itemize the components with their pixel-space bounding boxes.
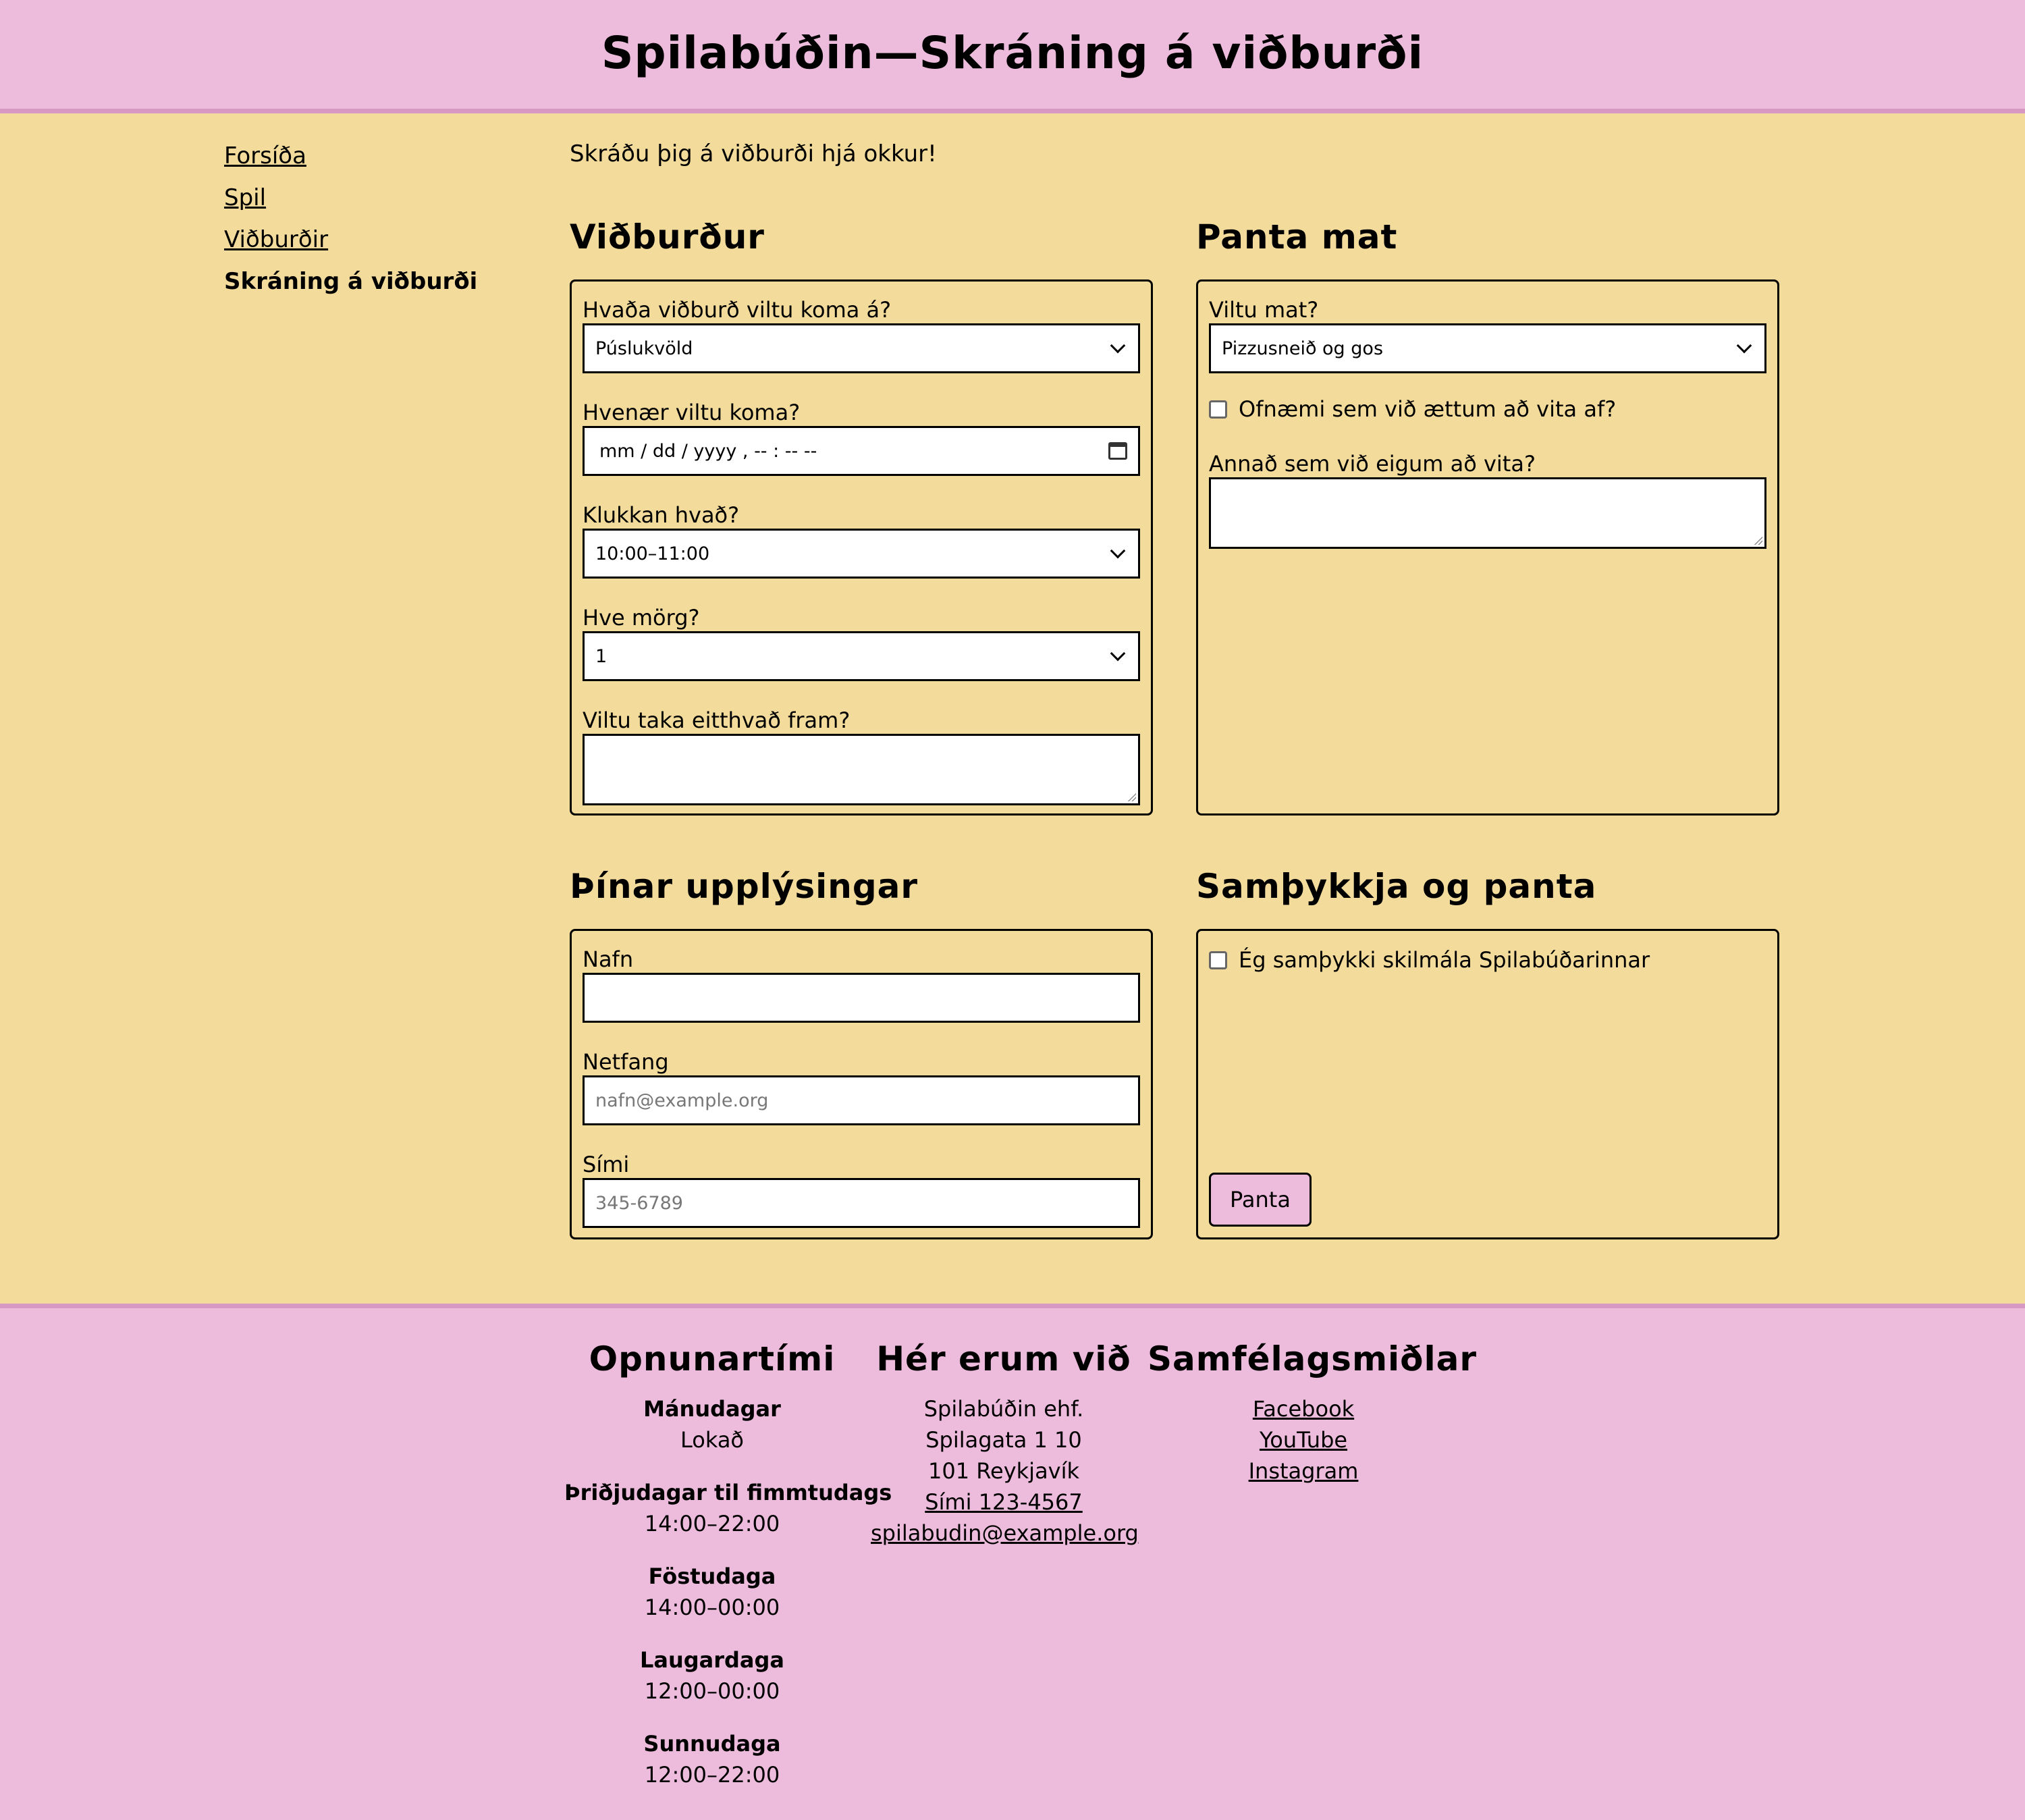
name-label: Nafn [583,946,634,972]
social-media-title: Samfélagsmiðlar [1148,1339,1478,1379]
extra-notes-textarea[interactable] [583,734,1140,805]
extra-notes-label: Viltu taka eitthvað fram? [583,707,850,733]
day-sunday: Sunnudaga [643,1731,781,1757]
calendar-icon[interactable] [1108,442,1127,460]
city-address: 101 Reykjavík [927,1458,1080,1484]
other-notes-textarea[interactable] [1209,477,1766,549]
facebook-link[interactable]: Facebook [1253,1396,1354,1422]
event-select-label: Hvaða viðburð viltu koma á? [583,297,892,323]
time-select-label: Klukkan hvað? [583,502,740,528]
social-media: Samfélagsmiðlar Facebook YouTube Instagr… [1148,1339,1478,1487]
opening-hours-title: Opnunartími [589,1339,836,1379]
count-select-label: Hve mörg? [583,605,700,631]
email-placeholder: nafn@example.org [595,1090,769,1111]
allergy-checkbox[interactable] [1209,400,1227,419]
hours-sunday: 12:00–22:00 [644,1762,780,1788]
company-name: Spilabúðin ehf. [923,1396,1084,1422]
terms-row: Ég samþykki skilmála Spilabúðarinnar [1209,947,1650,973]
nav-current-page: Skráning á viðburði [224,268,478,295]
day-friday: Föstudaga [648,1563,776,1589]
hours-saturday: 12:00–00:00 [644,1678,780,1704]
day-monday: Mánudagar [643,1396,781,1422]
event-select[interactable]: Púslukvöld [583,323,1140,373]
instagram-link[interactable]: Instagram [1249,1458,1359,1484]
datetime-input[interactable]: mm / dd / yyyy , -- : -- -- [583,426,1140,476]
street-address: Spilagata 1 10 [925,1427,1082,1453]
hours-tue-thu: 14:00–22:00 [644,1511,780,1536]
main-content: Forsíða Spil Viðburðir Skráning á viðbur… [0,113,2025,1304]
hours-friday: 14:00–00:00 [644,1595,780,1620]
email-link[interactable]: spilabudin@example.org [871,1520,1139,1546]
count-select-value: 1 [595,645,608,667]
day-tue-thu: Þriðjudagar til fimmtudags [564,1480,892,1505]
name-input[interactable] [583,973,1140,1023]
hours-monday: Lokað [680,1427,744,1453]
location-title: Hér erum við [876,1339,1131,1379]
opening-hours: Opnunartími Mánudagar Lokað Þriðjudagar … [564,1339,892,1812]
phone-link[interactable]: Sími 123-4567 [925,1489,1083,1515]
event-fieldset: Hvaða viðburð viltu koma á? Púslukvöld H… [570,279,1153,815]
chevron-down-icon [1110,543,1126,559]
date-label: Hvenær viltu koma? [583,400,801,425]
terms-label: Ég samþykki skilmála Spilabúðarinnar [1239,947,1650,973]
food-select-value: Pizzusneið og gos [1222,338,1384,359]
food-select[interactable]: Pizzusneið og gos [1209,323,1766,373]
submit-order-button[interactable]: Panta [1209,1173,1312,1227]
day-saturday: Laugardaga [639,1647,785,1673]
food-section-title: Panta mat [1196,217,1398,257]
other-notes-label: Annað sem við eigum að vita? [1209,451,1536,477]
datetime-value: mm / dd / yyyy , -- : -- -- [599,440,817,462]
phone-label: Sími [583,1152,630,1177]
email-input[interactable]: nafn@example.org [583,1075,1140,1125]
resize-grip-icon[interactable] [1754,537,1762,545]
phone-input[interactable]: 345-6789 [583,1178,1140,1228]
food-select-label: Viltu mat? [1209,297,1319,323]
site-header: Spilabúðin—Skráning á viðburði [0,0,2025,113]
info-section-title: Þínar upplýsingar [570,867,919,906]
email-label: Netfang [583,1049,669,1075]
time-select[interactable]: 10:00–11:00 [583,529,1140,579]
intro-text: Skráðu þig á viðburði hjá okkur! [570,140,937,167]
side-nav: Forsíða Spil Viðburðir Skráning á viðbur… [224,135,494,302]
food-fieldset: Viltu mat? Pizzusneið og gos Ofnæmi sem … [1196,279,1779,815]
chevron-down-icon [1736,338,1752,354]
site-footer: Opnunartími Mánudagar Lokað Þriðjudagar … [0,1304,2025,1820]
page-title: Spilabúðin—Skráning á viðburði [601,27,1424,79]
info-fieldset: Nafn Netfang nafn@example.org Sími 345-6… [570,929,1153,1239]
nav-link-vidburdir[interactable]: Viðburðir [224,219,494,261]
terms-checkbox[interactable] [1209,951,1227,969]
chevron-down-icon [1110,338,1126,354]
allergy-row: Ofnæmi sem við ættum að vita af? [1209,396,1616,422]
event-select-value: Púslukvöld [595,338,693,359]
resize-grip-icon[interactable] [1128,793,1136,801]
chevron-down-icon [1110,645,1126,662]
phone-placeholder: 345-6789 [595,1192,683,1214]
confirm-fieldset: Ég samþykki skilmála Spilabúðarinnar Pan… [1196,929,1779,1239]
nav-link-spil[interactable]: Spil [224,177,494,219]
nav-link-forsida[interactable]: Forsíða [224,135,494,177]
allergy-label: Ofnæmi sem við ættum að vita af? [1239,396,1617,422]
time-select-value: 10:00–11:00 [595,543,710,564]
youtube-link[interactable]: YouTube [1260,1427,1347,1453]
count-select[interactable]: 1 [583,631,1140,681]
confirm-section-title: Samþykkja og panta [1196,867,1597,906]
location: Hér erum við Spilabúðin ehf. Spilagata 1… [871,1339,1139,1549]
event-section-title: Viðburður [570,217,765,257]
